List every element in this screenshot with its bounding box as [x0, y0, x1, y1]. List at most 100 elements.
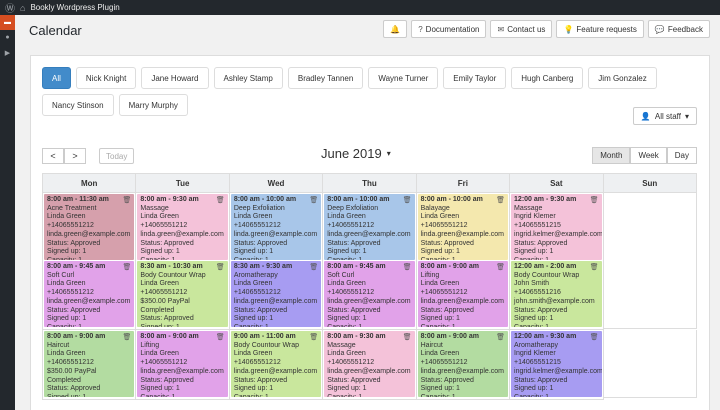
- event-capacity: Capacity: 1: [514, 394, 599, 397]
- day-cell[interactable]: 9:00 am - 11:00 am Body Countour Wrap Lind…: [229, 330, 324, 400]
- calendar-menu-icon[interactable]: ▬: [0, 15, 15, 30]
- event-status: Status: Approved: [514, 239, 568, 247]
- trash-icon[interactable]: 🗑: [403, 264, 412, 273]
- documentation-button[interactable]: ? Documentation: [411, 20, 487, 38]
- day-cell[interactable]: 12:00 am - 9:30 am Aromatherapy Ingrid Kle…: [510, 330, 604, 400]
- prev-button[interactable]: <: [42, 148, 64, 164]
- appointment-event[interactable]: 8:30 am - 10:30 am Body Countour Wrap Lind…: [137, 261, 228, 327]
- day-cell[interactable]: 8:00 am - 11:30 am Acne Treatment Linda Gr…: [43, 193, 137, 330]
- event-email: linda.green@example.com: [140, 367, 224, 375]
- home-icon[interactable]: ⌂: [20, 3, 25, 13]
- bell-icon: 🔔: [390, 24, 401, 34]
- event-status: Status: Approved: [233, 376, 288, 384]
- appointment-event[interactable]: 8:00 am - 9:00 am Lifting Linda Green +1406…: [137, 331, 228, 397]
- event-signed-up: Signed up: 1: [514, 385, 554, 393]
- view-switcher: Month Week Day: [592, 147, 697, 164]
- day-cell[interactable]: 8:00 am - 10:00 am Deep Exfoliation Linda …: [229, 193, 324, 330]
- today-button[interactable]: Today: [99, 148, 135, 164]
- media-menu-icon[interactable]: ●: [0, 30, 15, 45]
- event-phone: +14065551212: [140, 289, 188, 297]
- appointment-event[interactable]: 8:30 am - 9:30 am Aromatherapy Linda Green…: [230, 261, 322, 327]
- staff-tab[interactable]: Wayne Turner: [368, 67, 439, 89]
- day-cell[interactable]: 8:00 am - 10:00 am Balayage Linda Green +14…: [416, 193, 511, 330]
- trash-icon[interactable]: 🗑: [590, 264, 599, 273]
- event-service: Deep Exfoliation: [233, 204, 285, 212]
- play-menu-icon[interactable]: ▶: [0, 45, 15, 60]
- trash-icon[interactable]: 🗑: [216, 334, 225, 343]
- trash-icon[interactable]: 🗑: [123, 197, 132, 206]
- trash-icon[interactable]: 🗑: [496, 334, 505, 343]
- day-cell[interactable]: 8:00 am - 9:00 am Haircut Linda Green +1406…: [416, 330, 511, 400]
- site-name-link[interactable]: Bookly Wordpress Plugin: [30, 3, 119, 12]
- day-cell[interactable]: 8:00 am - 9:30 am Massage Linda Green +1406…: [323, 330, 417, 400]
- staff-tab[interactable]: Bradley Tannen: [287, 67, 364, 89]
- event-client: Linda Green: [233, 280, 273, 288]
- staff-tab[interactable]: Hugh Canberg: [511, 67, 584, 89]
- staff-tab[interactable]: Nancy Stinson: [42, 94, 114, 116]
- staff-tab[interactable]: Nick Knight: [75, 67, 137, 89]
- day-cell[interactable]: 12:00 am - 9:30 am Massage Ingrid Klemer +1…: [510, 193, 604, 330]
- trash-icon[interactable]: 🗑: [123, 264, 132, 273]
- staff-tab[interactable]: Jane Howard: [141, 67, 209, 89]
- appointment-event[interactable]: 8:00 am - 9:00 am Haircut Linda Green +1406…: [417, 331, 509, 397]
- appointment-event[interactable]: 8:00 am - 10:00 am Balayage Linda Green +14…: [417, 194, 509, 260]
- event-client: Linda Green: [47, 213, 86, 221]
- event-service: Massage: [514, 204, 543, 212]
- event-client: Linda Green: [47, 350, 86, 358]
- feedback-button[interactable]: 💬 Feedback: [647, 20, 710, 38]
- trash-icon[interactable]: 🗑: [216, 197, 225, 206]
- appointment-event[interactable]: 8:00 am - 9:30 am Massage Linda Green +1406…: [137, 194, 228, 260]
- appointment-event[interactable]: 8:00 am - 9:00 am Lifting Linda Green +1406…: [417, 261, 509, 327]
- appointment-event[interactable]: 8:00 am - 9:45 am Soft Curl Linda Green +14…: [324, 261, 415, 327]
- view-day-button[interactable]: Day: [666, 147, 697, 164]
- event-status: Status: Approved: [233, 306, 288, 314]
- trash-icon[interactable]: 🗑: [403, 334, 412, 343]
- month-title-dropdown[interactable]: June 2019 ▾: [321, 146, 391, 161]
- trash-icon[interactable]: 🗑: [216, 264, 225, 273]
- trash-icon[interactable]: 🗑: [123, 334, 132, 343]
- main-content: Calendar 🔔 ? Documentation ✉ Contact us 💡 F…: [15, 15, 720, 410]
- event-signed-up: Signed up: 1: [420, 315, 460, 323]
- appointment-event[interactable]: 9:00 am - 11:00 am Body Countour Wrap Lind…: [230, 331, 322, 397]
- staff-tab[interactable]: Ashley Stamp: [213, 67, 283, 89]
- trash-icon[interactable]: 🗑: [496, 197, 505, 206]
- trash-icon[interactable]: 🗑: [590, 334, 599, 343]
- event-email: linda.green@example.com: [327, 230, 411, 238]
- appointment-event[interactable]: 8:00 am - 9:30 am Massage Linda Green +1406…: [324, 331, 415, 397]
- view-month-button[interactable]: Month: [592, 147, 631, 164]
- appointment-event[interactable]: 8:00 am - 10:00 am Deep Exfoliation Linda …: [324, 194, 415, 260]
- trash-icon[interactable]: 🗑: [496, 264, 505, 273]
- trash-icon[interactable]: 🗑: [403, 197, 412, 206]
- next-button[interactable]: >: [64, 148, 86, 164]
- notifications-button[interactable]: 🔔: [383, 20, 408, 38]
- trash-icon[interactable]: 🗑: [590, 197, 599, 206]
- event-phone: +14065551212: [47, 222, 94, 230]
- day-cell[interactable]: 8:00 am - 9:30 am Massage Linda Green +1406…: [136, 193, 230, 330]
- trash-icon[interactable]: 🗑: [309, 197, 318, 206]
- contact-us-button[interactable]: ✉ Contact us: [490, 20, 553, 38]
- appointment-event[interactable]: 8:00 am - 9:00 am Haircut Linda Green +1406…: [44, 331, 135, 397]
- event-service: Body Countour Wrap: [233, 341, 300, 349]
- day-cell[interactable]: [603, 330, 697, 398]
- trash-icon[interactable]: 🗑: [309, 334, 318, 343]
- day-cell[interactable]: [603, 193, 697, 329]
- all-staff-dropdown[interactable]: 👤 All staff ▾: [632, 107, 697, 125]
- day-cell[interactable]: 8:00 am - 9:00 am Lifting Linda Green +1406…: [136, 330, 230, 400]
- appointment-event[interactable]: 8:00 am - 10:00 am Deep Exfoliation Linda …: [230, 194, 322, 260]
- staff-tab[interactable]: Jim Gonzalez: [588, 67, 657, 89]
- staff-tab[interactable]: Marry Murphy: [118, 94, 188, 116]
- appointment-event[interactable]: 8:00 am - 9:45 am Soft Curl Linda Green +14…: [44, 261, 135, 327]
- appointment-event[interactable]: 12:00 am - 2:00 am Body Countour Wrap John…: [511, 261, 602, 327]
- staff-tab-all[interactable]: All: [42, 67, 71, 89]
- wordpress-logo-icon[interactable]: Ⓦ: [0, 0, 20, 15]
- view-week-button[interactable]: Week: [630, 147, 667, 164]
- feature-requests-button[interactable]: 💡 Feature requests: [556, 20, 644, 38]
- day-cell[interactable]: 8:00 am - 9:00 am Haircut Linda Green +1406…: [43, 330, 137, 400]
- event-signed-up: Signed up: 1: [327, 315, 367, 323]
- staff-tab[interactable]: Emily Taylor: [443, 67, 507, 89]
- appointment-event[interactable]: 12:00 am - 9:30 am Massage Ingrid Klemer +1…: [511, 194, 602, 260]
- appointment-event[interactable]: 12:00 am - 9:30 am Aromatherapy Ingrid Kle…: [511, 331, 602, 397]
- appointment-event[interactable]: 8:00 am - 11:30 am Acne Treatment Linda Gr…: [44, 194, 135, 260]
- trash-icon[interactable]: 🗑: [309, 264, 318, 273]
- day-cell[interactable]: 8:00 am - 10:00 am Deep Exfoliation Linda …: [323, 193, 417, 330]
